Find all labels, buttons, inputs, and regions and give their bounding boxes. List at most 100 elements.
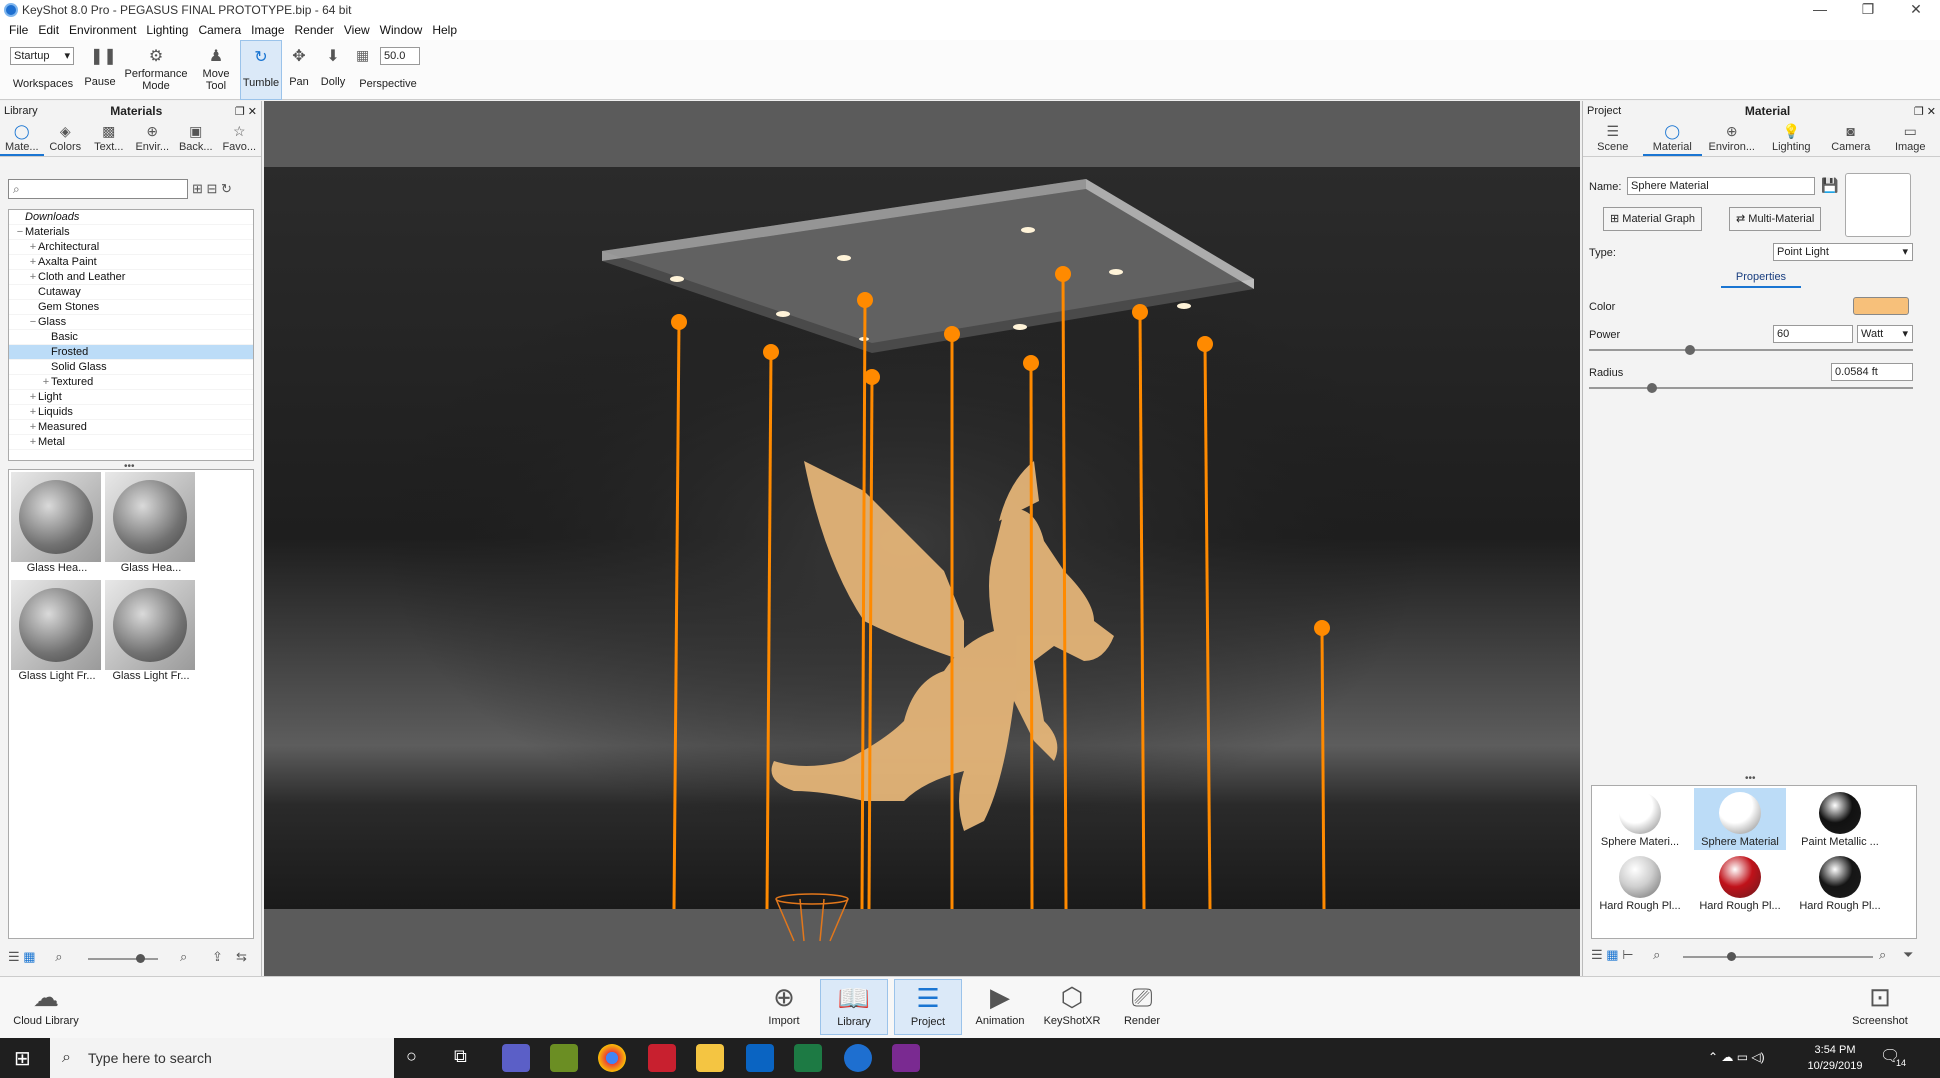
expand-toggle-icon[interactable]: + (28, 240, 38, 255)
tumble-button[interactable]: ↻ Tumble (240, 40, 282, 100)
tree-item[interactable]: Cutaway (9, 285, 253, 300)
tree-item[interactable]: + Light (9, 390, 253, 405)
windows-start-icon[interactable]: ⊞ (14, 1046, 31, 1071)
keyshotxr-button[interactable]: ⬡ KeyShotXR (1040, 979, 1104, 1035)
menu-help[interactable]: Help (427, 23, 462, 37)
scene-material-item[interactable]: Paint Metallic ... (1794, 788, 1886, 850)
list-view-icon[interactable]: ☰ (8, 949, 20, 964)
zoom-in-icon[interactable]: ⌕ (180, 949, 187, 965)
multi-material-button[interactable]: ⇄ Multi-Material (1729, 207, 1822, 231)
power-unit-select[interactable]: Watt ▾ (1857, 325, 1913, 343)
slider-knob[interactable] (1685, 345, 1695, 355)
save-icon[interactable]: 💾 (1821, 177, 1838, 194)
tree-item[interactable]: Downloads (9, 210, 253, 225)
expand-toggle-icon[interactable]: − (15, 225, 25, 240)
tree-item[interactable]: Gem Stones (9, 300, 253, 315)
cloud-library-button[interactable]: ☁ Cloud Library (10, 979, 82, 1035)
radius-slider[interactable] (1589, 383, 1913, 393)
grid-view-icon[interactable]: ▦ (1606, 947, 1618, 962)
tree-item[interactable]: + Axalta Paint (9, 255, 253, 270)
expand-toggle-icon[interactable]: + (28, 255, 38, 270)
thumbnail-size-slider[interactable] (1683, 956, 1873, 958)
import-button[interactable]: ⊕ Import (756, 979, 812, 1035)
menu-environment[interactable]: Environment (64, 23, 141, 37)
outlook-app-icon[interactable] (746, 1044, 774, 1072)
close-icon[interactable]: ✕ (1927, 106, 1936, 118)
expand-toggle-icon[interactable]: + (28, 405, 38, 420)
tree-item[interactable]: + Cloth and Leather (9, 270, 253, 285)
thumbnail-item[interactable]: Glass Hea... (105, 472, 197, 574)
material-name-field[interactable]: Sphere Material (1627, 177, 1815, 195)
menu-file[interactable]: File (4, 23, 33, 37)
slider-knob[interactable] (1727, 952, 1736, 961)
tree-item[interactable]: − Glass (9, 315, 253, 330)
perspective-button[interactable]: Perspective (356, 40, 420, 100)
pdf-app-icon[interactable] (892, 1044, 920, 1072)
minimize-button[interactable]: — (1796, 0, 1844, 20)
expand-toggle-icon[interactable]: + (28, 435, 38, 450)
pan-button[interactable]: ✥ Pan (286, 40, 312, 100)
render-viewport[interactable] (264, 101, 1580, 976)
tab-backplates[interactable]: ▣ Back... (174, 121, 218, 156)
list-view-icon[interactable]: ☰ (1591, 947, 1603, 962)
upload-icon[interactable]: ⇪ (212, 949, 223, 965)
taskbar-search-box[interactable]: ⌕ Type here to search (50, 1038, 394, 1078)
menu-lighting[interactable]: Lighting (141, 23, 193, 37)
cortana-icon[interactable]: ○ (406, 1046, 417, 1067)
slider-knob[interactable] (136, 954, 145, 963)
type-select[interactable]: Point Light ▾ (1773, 243, 1913, 261)
menu-view[interactable]: View (339, 23, 375, 37)
power-input[interactable]: 60 (1773, 325, 1853, 343)
scene-material-item[interactable]: Sphere Material (1694, 788, 1786, 850)
tab-material[interactable]: ◯ Material (1642, 121, 1702, 156)
expand-toggle-icon[interactable]: + (28, 390, 38, 405)
undock-icon[interactable]: ❐ (1914, 106, 1924, 118)
power-slider[interactable] (1589, 345, 1913, 355)
tree-item[interactable]: Frosted (9, 345, 253, 360)
folder-icons[interactable]: ⊞ ⊟ ↻ (192, 181, 232, 197)
library-search-input[interactable]: ⌕ (8, 179, 188, 199)
performance-mode-button[interactable]: ⚙ Performance Mode (122, 40, 190, 100)
tree-item[interactable]: − Materials (9, 225, 253, 240)
tab-lighting[interactable]: 💡 Lighting (1762, 121, 1822, 156)
zoom-out-icon[interactable]: ⌕ (55, 949, 62, 964)
thumbnail-item[interactable]: Glass Light Fr... (11, 580, 103, 682)
tab-favorites[interactable]: ☆ Favo... (218, 121, 262, 156)
radius-input[interactable]: 0.0584 ft (1831, 363, 1913, 381)
scene-material-item[interactable]: Sphere Materi... (1594, 788, 1686, 850)
thumbnail-size-slider[interactable] (88, 958, 158, 960)
menu-image[interactable]: Image (246, 23, 289, 37)
render-button[interactable]: ⎚ Render (1114, 979, 1170, 1035)
tab-textures[interactable]: ▩ Text... (87, 121, 131, 156)
tab-materials[interactable]: ◯ Mate... (0, 121, 44, 156)
tree-view-icon[interactable]: ⊢ (1622, 947, 1633, 962)
tab-scene[interactable]: ☰ Scene (1583, 121, 1643, 156)
tab-image[interactable]: ▭ Image (1881, 121, 1940, 156)
move-tool-button[interactable]: ♟ Move Tool (196, 40, 236, 100)
zoom-out-icon[interactable]: ⌕ (1653, 947, 1660, 962)
tree-item[interactable]: + Metal (9, 435, 253, 450)
dolly-button[interactable]: ⬇ Dolly (316, 40, 350, 100)
menu-camera[interactable]: Camera (193, 23, 246, 37)
scene-material-item[interactable]: Hard Rough Pl... (1794, 852, 1886, 914)
material-graph-button[interactable]: ⊞ Material Graph (1603, 207, 1703, 231)
tree-item[interactable]: + Architectural (9, 240, 253, 255)
expand-toggle-icon[interactable]: + (28, 420, 38, 435)
menu-render[interactable]: Render (290, 23, 339, 37)
system-tray-icons[interactable]: ⌃ ☁ ▭ ◁) (1708, 1050, 1765, 1064)
chrome-app-icon[interactable] (598, 1044, 626, 1072)
splitter-handle[interactable]: ••• (1745, 773, 1756, 784)
tab-colors[interactable]: ◈ Colors (44, 121, 88, 156)
restore-button[interactable]: ❐ (1844, 0, 1892, 20)
scene-material-item[interactable]: Hard Rough Pl... (1694, 852, 1786, 914)
tree-item[interactable]: + Measured (9, 420, 253, 435)
menu-window[interactable]: Window (375, 23, 428, 37)
solidworks-app-icon[interactable] (648, 1044, 676, 1072)
taskbar-clock[interactable]: 3:54 PM 10/29/2019 (1800, 1042, 1870, 1074)
fusion-app-icon[interactable] (550, 1044, 578, 1072)
close-window-button[interactable]: ✕ (1892, 0, 1940, 20)
menu-edit[interactable]: Edit (33, 23, 64, 37)
close-icon[interactable]: ✕ (248, 106, 257, 118)
excel-app-icon[interactable] (794, 1044, 822, 1072)
teams-app-icon[interactable] (502, 1044, 530, 1072)
